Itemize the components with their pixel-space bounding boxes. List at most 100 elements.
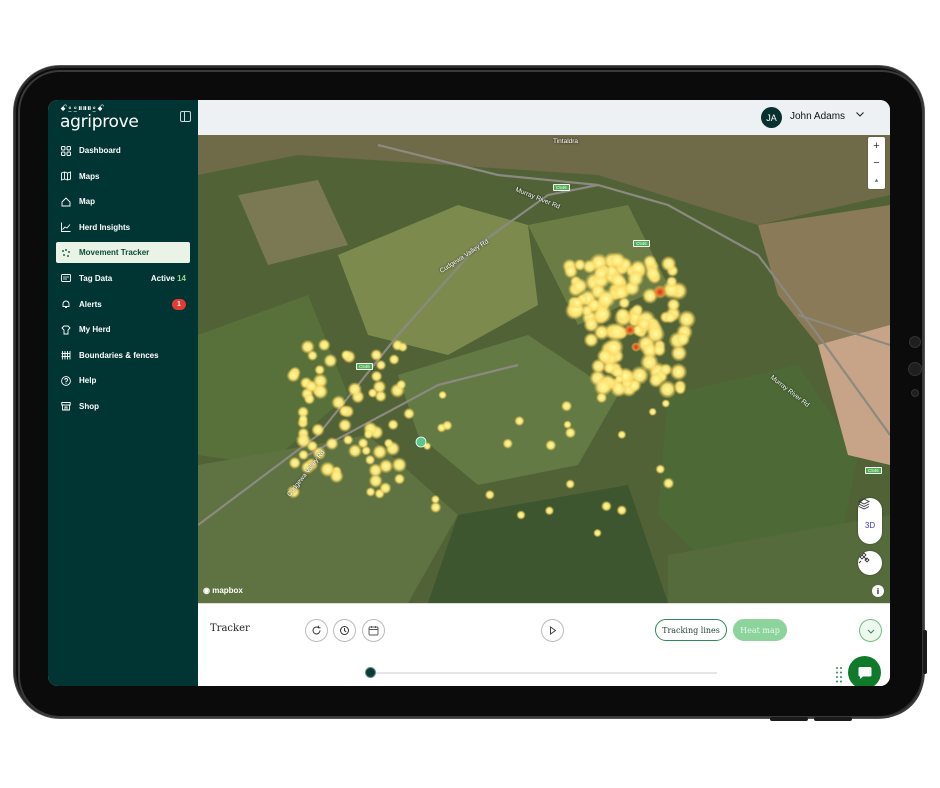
heatmap-point <box>618 296 631 310</box>
heatmap-point <box>564 427 577 439</box>
sidebar: ꗃ⍛⍛⏸⏸⏸⍛ꗃ agriprove Dashboard Maps Map He… <box>48 100 198 686</box>
heatmap-point <box>653 285 667 299</box>
heatmap-point <box>664 311 677 324</box>
heatmap-point <box>545 439 557 451</box>
play-button[interactable] <box>541 619 564 642</box>
movement-icon <box>61 248 71 258</box>
heatmap-point <box>655 464 666 475</box>
refresh-icon <box>312 625 321 635</box>
satellite-toggle-button[interactable] <box>858 551 882 575</box>
shop-icon <box>61 401 71 411</box>
heatmap-point <box>307 350 318 362</box>
heatmap-point <box>438 390 447 400</box>
heatmap-point <box>659 363 673 377</box>
tag-active-label: Active <box>150 273 175 283</box>
heatmap-point <box>610 272 627 289</box>
sidebar-item-boundaries-fences[interactable]: Boundaries & fences <box>56 345 190 366</box>
tracker-title: Tracker <box>210 623 250 634</box>
timeline-slider-track[interactable] <box>371 672 717 674</box>
heatmap-point <box>514 415 525 427</box>
help-icon <box>61 375 71 386</box>
tracking-lines-button[interactable]: Tracking lines <box>655 619 727 641</box>
sidebar-item-movement-tracker[interactable]: Movement Tracker <box>56 242 190 264</box>
refresh-button[interactable] <box>305 619 328 642</box>
heatmap-point <box>596 289 616 309</box>
brand-logo[interactable]: ꗃ⍛⍛⏸⏸⏸⍛ꗃ agriprove <box>60 104 180 132</box>
heatmap-point <box>342 434 354 446</box>
mapbox-attribution[interactable]: ◉ mapbox <box>203 586 243 595</box>
sidebar-item-label: Boundaries & fences <box>79 350 159 360</box>
road-sign: C546 <box>356 363 373 370</box>
heatmap-point <box>662 477 675 490</box>
heatmap-point <box>616 504 628 516</box>
dashboard-icon <box>61 145 71 156</box>
clock-history-icon <box>340 626 349 635</box>
map-style-control: 3D <box>858 498 882 544</box>
heatmap-point <box>571 277 588 295</box>
heatmap-point <box>596 348 613 365</box>
sidebar-item-my-herd[interactable]: My Herd <box>56 319 190 340</box>
satellite-map[interactable]: Tintaldra Murray River Rd Cudgewa Valley… <box>198 135 890 603</box>
sidebar-item-help[interactable]: Help <box>56 370 190 391</box>
sidebar-item-alerts[interactable]: Alerts 1 <box>56 294 190 315</box>
heatmap-point <box>387 419 399 431</box>
compass-button[interactable]: ▴ <box>868 171 885 188</box>
fence-icon <box>61 350 71 360</box>
chat-button[interactable] <box>848 656 881 686</box>
username[interactable]: John Adams <box>790 111 845 122</box>
tablet-volume-button <box>814 717 852 721</box>
sidebar-item-map[interactable]: Map <box>56 191 190 212</box>
heatmap-point <box>675 331 691 347</box>
heatmap-point <box>363 429 374 440</box>
layers-icon[interactable] <box>858 498 870 510</box>
tag-active-count: 14 <box>177 273 186 283</box>
zoom-out-button[interactable]: − <box>868 154 885 171</box>
sidebar-item-tag-data[interactable]: Tag Data Active 14 <box>56 268 190 289</box>
heatmap-point <box>391 457 408 473</box>
heatmap-point <box>593 528 602 538</box>
sidebar-item-herd-insights[interactable]: Herd Insights <box>56 217 190 238</box>
calendar-icon <box>368 626 379 636</box>
heatmap-point <box>652 343 667 357</box>
timeline-slider-handle[interactable] <box>365 667 376 678</box>
grid-dots-icon[interactable] <box>835 666 843 684</box>
heatmap-point <box>609 252 627 269</box>
avatar[interactable]: JA <box>761 107 782 128</box>
heatmap-point <box>560 400 573 412</box>
sidebar-item-label: Tag Data <box>79 273 113 283</box>
heatmap-point <box>357 437 369 449</box>
sidebar-item-label: Movement Tracker <box>79 248 150 258</box>
heatmap-point <box>388 353 400 366</box>
expand-tracker-button[interactable] <box>859 619 882 642</box>
history-button[interactable] <box>333 619 356 642</box>
toggle-3d-button[interactable]: 3D <box>865 521 875 530</box>
heatmap-point <box>595 392 608 404</box>
zoom-controls: + − ▴ <box>868 137 885 189</box>
heatmap-point <box>563 264 579 279</box>
home-icon <box>61 197 71 207</box>
sidebar-item-label: Shop <box>79 401 99 411</box>
heatmap-point <box>583 332 599 348</box>
sidebar-item-maps[interactable]: Maps <box>56 166 190 187</box>
sidebar-item-dashboard[interactable]: Dashboard <box>56 140 190 161</box>
sidebar-collapse-icon[interactable] <box>180 111 191 122</box>
chevron-down-icon[interactable] <box>856 110 864 118</box>
sidebar-item-label: Dashboard <box>79 146 121 155</box>
heat-map-button[interactable]: Heat map <box>733 619 787 641</box>
heatmap-point <box>338 405 351 418</box>
zoom-in-button[interactable]: + <box>868 137 885 154</box>
heatmap-point <box>626 269 645 288</box>
road-sign: C546 <box>865 467 882 474</box>
sidebar-item-shop[interactable]: Shop <box>56 396 190 417</box>
heatmap-point <box>429 501 442 514</box>
calendar-button[interactable] <box>362 619 385 642</box>
tablet-camera <box>909 336 921 348</box>
heatmap-point <box>648 407 657 417</box>
info-icon[interactable]: i <box>872 585 884 597</box>
heatmap-point <box>502 438 514 449</box>
heatmap-point <box>565 479 576 489</box>
animal-location-marker[interactable] <box>415 436 427 448</box>
heatmap-point <box>365 486 376 497</box>
sidebar-item-label: Maps <box>79 171 100 181</box>
herd-icon <box>61 325 71 335</box>
